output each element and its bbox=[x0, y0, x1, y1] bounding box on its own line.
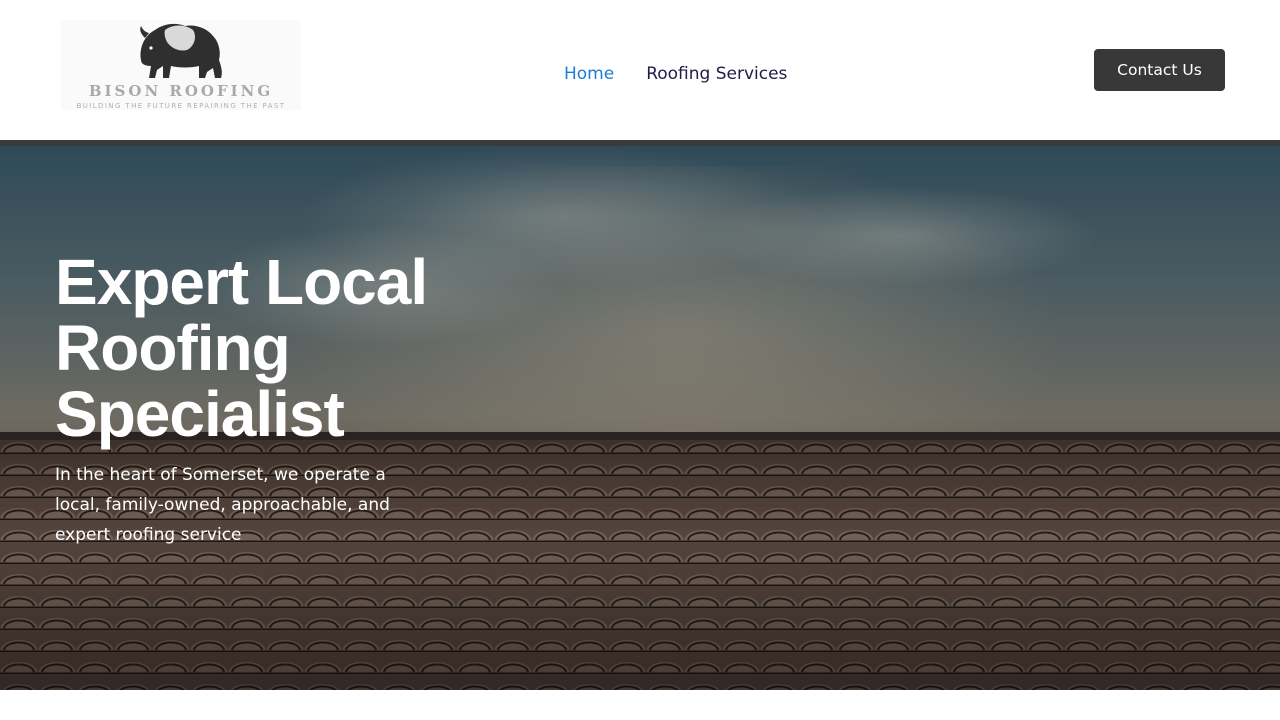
hero-title: Expert Local Roofing Specialist bbox=[55, 246, 428, 450]
nav-link-roofing-services[interactable]: Roofing Services bbox=[646, 64, 787, 84]
contact-us-button[interactable]: Contact Us bbox=[1094, 49, 1225, 91]
brand-logo[interactable]: BISON ROOFING BUILDING THE FUTURE REPAIR… bbox=[61, 20, 301, 110]
hero-section: Expert Local Roofing Specialist In the h… bbox=[0, 146, 1280, 690]
hero-subtitle: In the heart of Somerset, we operate a l… bbox=[55, 465, 390, 545]
brand-name: BISON ROOFING bbox=[88, 82, 274, 100]
nav-link-home[interactable]: Home bbox=[564, 64, 614, 84]
main-nav: Home Roofing Services bbox=[564, 64, 787, 84]
bison-icon bbox=[140, 23, 222, 78]
brand-tagline: BUILDING THE FUTURE REPAIRING THE PAST bbox=[76, 102, 286, 110]
site-header: BISON ROOFING BUILDING THE FUTURE REPAIR… bbox=[0, 0, 1280, 140]
